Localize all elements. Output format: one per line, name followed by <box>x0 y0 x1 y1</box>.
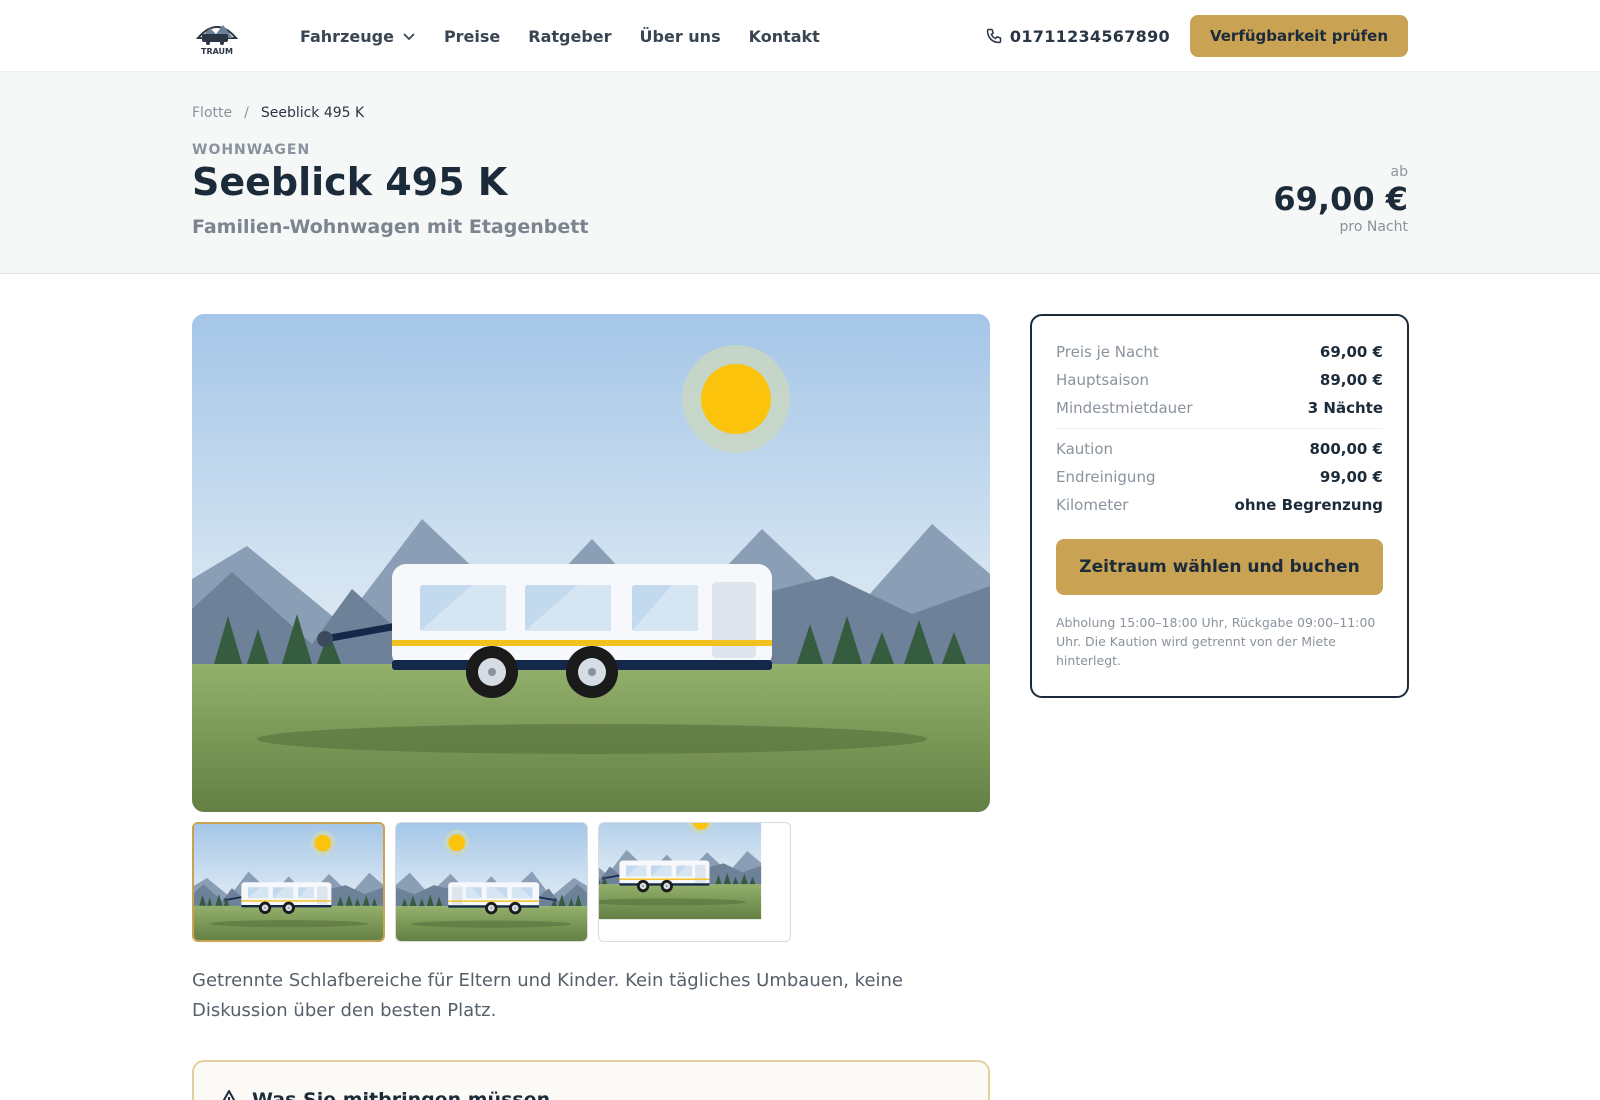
row-label: Mindestmietdauer <box>1056 399 1193 417</box>
svg-text:TRAUM: TRAUM <box>201 47 233 56</box>
main-vehicle-image[interactable] <box>192 314 990 812</box>
row-label: Kilometer <box>1056 496 1129 514</box>
price-prefix: ab <box>1390 164 1408 180</box>
vehicle-description: Getrennte Schlafbereiche für Eltern und … <box>192 970 904 1021</box>
nav-item-ueber-uns[interactable]: Über uns <box>640 27 721 46</box>
nav-item-fahrzeuge[interactable]: Fahrzeuge <box>300 27 416 46</box>
price-row: Hauptsaison 89,00 € <box>1056 366 1383 394</box>
notice-title: Was Sie mitbringen müssen <box>252 1089 551 1100</box>
breadcrumb-separator: / <box>244 105 249 121</box>
price-row: Kaution 800,00 € <box>1056 435 1383 463</box>
page-subtitle: Familien-Wohnwagen mit Etagenbett <box>192 216 589 238</box>
row-value: 99,00 € <box>1319 468 1383 486</box>
thumbnail-image <box>599 823 790 941</box>
row-value: ohne Begrenzung <box>1234 496 1383 514</box>
row-value: 3 Nächte <box>1307 399 1383 417</box>
thumbnail-strip <box>192 822 990 942</box>
warning-icon <box>222 1090 236 1100</box>
price-row: Endreinigung 99,00 € <box>1056 463 1383 491</box>
vehicle-category: WOHNWAGEN <box>192 142 311 158</box>
nav-item-kontakt[interactable]: Kontakt <box>749 27 820 46</box>
nav-item-ratgeber[interactable]: Ratgeber <box>528 27 611 46</box>
phone-link[interactable]: 01711234567890 <box>986 27 1170 46</box>
price-row: Preis je Nacht 69,00 € <box>1056 338 1383 366</box>
check-availability-button[interactable]: Verfügbarkeit prüfen <box>1189 15 1408 57</box>
thumbnail-image <box>194 824 383 940</box>
row-label: Preis je Nacht <box>1056 343 1159 361</box>
breadcrumb: Flotte / Seeblick 495 K <box>192 105 364 121</box>
price-details-group: Preis je Nacht 69,00 € Hauptsaison 89,00… <box>1056 338 1383 422</box>
page-title: Seeblick 495 K <box>192 160 508 204</box>
caravan-illustration <box>192 314 990 812</box>
row-label: Endreinigung <box>1056 468 1156 486</box>
row-value: 89,00 € <box>1319 371 1383 389</box>
requirements-notice[interactable]: Was Sie mitbringen müssen <box>192 1060 990 1100</box>
phone-number: 01711234567890 <box>1009 26 1170 46</box>
nav-item-label: Fahrzeuge <box>300 26 394 46</box>
logo-icon: TRAUM <box>195 25 239 56</box>
thumbnail-3[interactable] <box>598 822 791 942</box>
price-amount: 69,00 € <box>1273 180 1408 218</box>
booking-card: Preis je Nacht 69,00 € Hauptsaison 89,00… <box>1030 314 1409 698</box>
breadcrumb-current: Seeblick 495 K <box>260 105 365 121</box>
main-nav: Fahrzeuge Preise Ratgeber Über uns Konta… <box>300 27 820 46</box>
price-summary: ab 69,00 € pro Nacht <box>1273 164 1408 235</box>
vehicle-hero: Flotte / Seeblick 495 K WOHNWAGEN Seebli… <box>0 72 1600 274</box>
pickup-return-note: Abholung 15:00–18:00 Uhr, Rückgabe 09:00… <box>1056 615 1376 668</box>
row-label: Hauptsaison <box>1056 371 1150 389</box>
nav-item-preise[interactable]: Preise <box>444 27 500 46</box>
price-row: Mindestmietdauer 3 Nächte <box>1056 394 1383 422</box>
book-period-button[interactable]: Zeitraum wählen und buchen <box>1056 539 1383 595</box>
row-label: Kaution <box>1056 440 1114 458</box>
image-gallery: Getrennte Schlafbereiche für Eltern und … <box>192 314 990 1100</box>
phone-icon <box>986 28 1002 44</box>
breadcrumb-parent-link[interactable]: Flotte <box>192 105 232 121</box>
price-row: Kilometer ohne Begrenzung <box>1056 491 1383 519</box>
chevron-down-icon <box>403 33 415 41</box>
brand-logo[interactable]: TRAUM <box>192 12 264 60</box>
divider <box>1056 428 1383 429</box>
thumbnail-image <box>396 823 587 941</box>
fees-group: Kaution 800,00 € Endreinigung 99,00 € Ki… <box>1056 435 1383 519</box>
thumbnail-1[interactable] <box>192 822 385 942</box>
price-unit: pro Nacht <box>1339 219 1408 236</box>
row-value: 69,00 € <box>1319 343 1383 361</box>
row-value: 800,00 € <box>1309 440 1383 458</box>
thumbnail-2[interactable] <box>395 822 588 942</box>
site-header: TRAUM Fahrzeuge Preise Ratgeber Über uns… <box>0 0 1600 72</box>
